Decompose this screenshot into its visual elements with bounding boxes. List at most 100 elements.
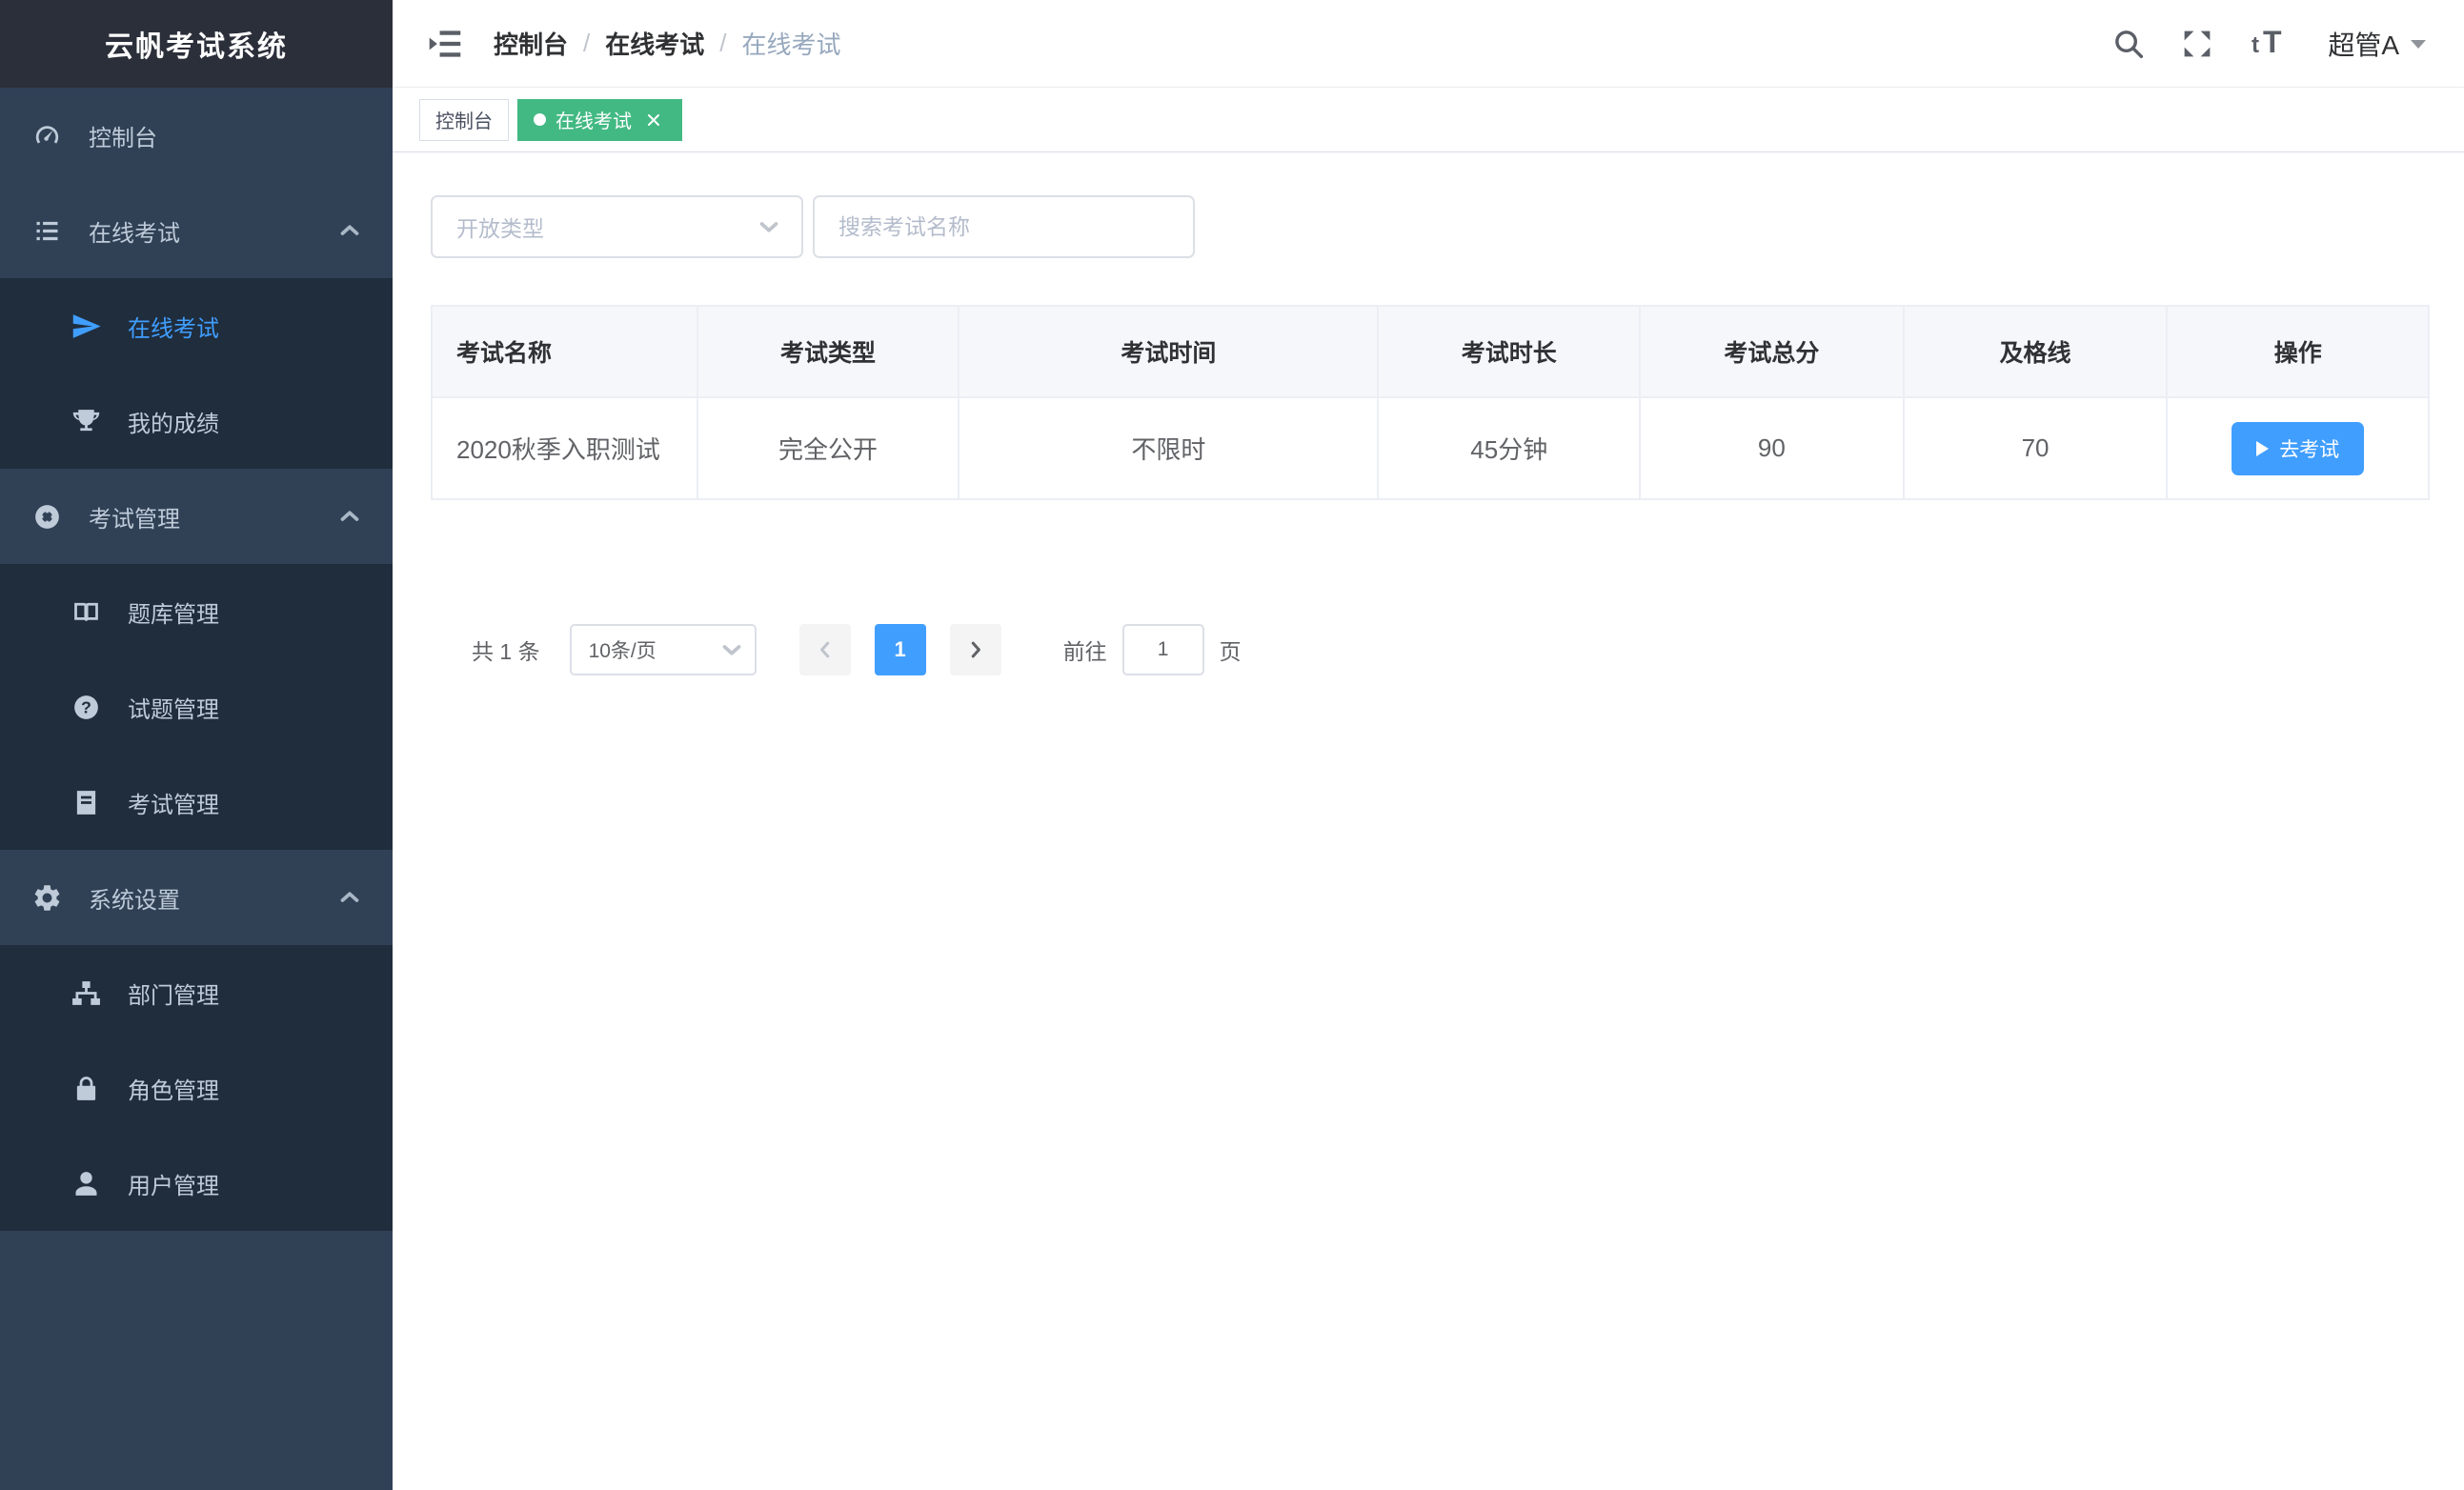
sidebar-group-label: 系统设置 xyxy=(89,881,180,915)
sidebar-item-question-bank[interactable]: 题库管理 xyxy=(0,564,393,659)
page-size-value: 10条/页 xyxy=(589,635,656,664)
goto-page-input[interactable] xyxy=(1122,624,1204,675)
open-type-select[interactable]: 开放类型 xyxy=(431,195,803,258)
go-to-exam-label: 去考试 xyxy=(2279,434,2339,463)
chevron-up-icon xyxy=(338,886,361,909)
chevron-up-icon xyxy=(338,219,361,242)
sidebar: 云帆考试系统 控制台 在线考试 在线考试 我的成绩 xyxy=(0,0,393,1490)
app-logo-title: 云帆考试系统 xyxy=(0,0,393,88)
lifebuoy-icon xyxy=(31,501,63,533)
fullscreen-icon[interactable] xyxy=(2181,28,2213,60)
tag-label: 控制台 xyxy=(435,106,493,133)
sidebar-item-label: 考试管理 xyxy=(128,786,219,819)
tag-online-exam[interactable]: 在线考试 xyxy=(517,99,682,141)
sidebar-item-department-management[interactable]: 部门管理 xyxy=(0,945,393,1040)
notebook-icon xyxy=(71,787,102,818)
submenu-exam-management: 题库管理 ? 试题管理 考试管理 xyxy=(0,564,393,850)
tags-view-bar: 控制台 在线考试 xyxy=(393,88,2464,152)
chevron-down-icon xyxy=(757,215,780,238)
cell-actions: 去考试 xyxy=(2167,397,2429,499)
breadcrumb-separator: / xyxy=(583,29,590,58)
sidebar-item-question-management[interactable]: ? 试题管理 xyxy=(0,659,393,755)
pagination: 共 1 条 10条/页 1 前往 页 xyxy=(431,624,2430,675)
table-row: 2020秋季入职测试 完全公开 不限时 45分钟 90 70 去考试 xyxy=(432,397,2429,499)
sidebar-item-user-management[interactable]: 用户管理 xyxy=(0,1136,393,1231)
sidebar-item-label: 控制台 xyxy=(89,119,157,152)
hamburger-icon[interactable] xyxy=(427,26,463,62)
navbar-right-tools: tT 超管A xyxy=(2112,25,2426,63)
column-header-exam-total: 考试总分 xyxy=(1640,306,1904,397)
column-header-exam-type: 考试类型 xyxy=(697,306,959,397)
sidebar-item-role-management[interactable]: 角色管理 xyxy=(0,1040,393,1136)
sidebar-item-label: 用户管理 xyxy=(128,1167,219,1200)
lock-icon xyxy=(71,1073,102,1104)
sidebar-group-label: 在线考试 xyxy=(89,214,180,248)
close-icon[interactable] xyxy=(641,108,666,132)
sidebar-group-exam-management[interactable]: 考试管理 xyxy=(0,469,393,564)
sidebar-item-label: 在线考试 xyxy=(128,310,219,343)
question-icon: ? xyxy=(71,692,102,723)
svg-text:T: T xyxy=(2263,26,2282,58)
column-header-exam-duration: 考试时长 xyxy=(1378,306,1640,397)
sidebar-item-exam-management[interactable]: 考试管理 xyxy=(0,755,393,850)
breadcrumb: 控制台 / 在线考试 / 在线考试 xyxy=(494,26,841,61)
filter-bar: 开放类型 xyxy=(431,195,2430,258)
breadcrumb-separator: / xyxy=(719,29,726,58)
top-navbar: 控制台 / 在线考试 / 在线考试 tT 超管A xyxy=(393,0,2464,88)
user-dropdown[interactable]: 超管A xyxy=(2328,25,2426,63)
exam-table: 考试名称 考试类型 考试时间 考试时长 考试总分 及格线 操作 2020秋季入职… xyxy=(431,305,2430,500)
sidebar-item-label: 试题管理 xyxy=(128,691,219,724)
cell-pass-line: 70 xyxy=(1904,397,2168,499)
user-icon xyxy=(71,1168,102,1199)
sidebar-item-my-scores[interactable]: 我的成绩 xyxy=(0,373,393,469)
search-icon[interactable] xyxy=(2112,28,2145,60)
sidebar-group-label: 考试管理 xyxy=(89,500,180,534)
chevron-down-icon xyxy=(720,638,743,661)
sidebar-item-dashboard[interactable]: 控制台 xyxy=(0,88,393,183)
sidebar-group-system-settings[interactable]: 系统设置 xyxy=(0,850,393,945)
page-content: 开放类型 考试名称 考试类型 考试时间 考试时长 考试总分 xyxy=(393,152,2464,1490)
sidebar-menu: 控制台 在线考试 在线考试 我的成绩 考试管理 xyxy=(0,88,393,1231)
sidebar-item-label: 我的成绩 xyxy=(128,405,219,438)
go-to-exam-button[interactable]: 去考试 xyxy=(2232,422,2364,475)
dashboard-icon xyxy=(31,120,63,151)
tag-dashboard[interactable]: 控制台 xyxy=(419,99,509,141)
sidebar-item-label: 题库管理 xyxy=(128,595,219,629)
book-icon xyxy=(71,596,102,628)
org-tree-icon xyxy=(71,977,102,1009)
sidebar-group-online-exam[interactable]: 在线考试 xyxy=(0,183,393,278)
breadcrumb-item-dashboard[interactable]: 控制台 xyxy=(494,26,568,61)
exam-name-search-input[interactable] xyxy=(813,195,1195,258)
page-number-1[interactable]: 1 xyxy=(875,624,926,675)
open-type-placeholder: 开放类型 xyxy=(456,211,544,243)
goto-label: 前往 xyxy=(1063,634,1107,666)
cell-exam-time: 不限时 xyxy=(959,397,1378,499)
play-icon xyxy=(2256,441,2269,456)
column-header-actions: 操作 xyxy=(2167,306,2429,397)
cell-exam-duration: 45分钟 xyxy=(1378,397,1640,499)
app-root: 云帆考试系统 控制台 在线考试 在线考试 我的成绩 xyxy=(0,0,2464,1490)
sidebar-item-online-exam[interactable]: 在线考试 xyxy=(0,278,393,373)
next-page-button[interactable] xyxy=(950,624,1001,675)
table-header-row: 考试名称 考试类型 考试时间 考试时长 考试总分 及格线 操作 xyxy=(432,306,2429,397)
tag-label: 在线考试 xyxy=(555,106,632,133)
svg-text:?: ? xyxy=(81,697,91,716)
svg-text:t: t xyxy=(2252,32,2259,58)
sidebar-item-label: 角色管理 xyxy=(128,1072,219,1105)
breadcrumb-item-online-exam[interactable]: 在线考试 xyxy=(605,26,704,61)
active-dot-icon xyxy=(534,113,546,126)
chevron-right-icon xyxy=(965,639,986,660)
font-size-icon[interactable]: tT xyxy=(2250,26,2292,62)
prev-page-button[interactable] xyxy=(799,624,851,675)
trophy-icon xyxy=(71,406,102,437)
breadcrumb-item-current: 在线考试 xyxy=(742,26,841,61)
column-header-exam-name: 考试名称 xyxy=(432,306,697,397)
column-header-exam-time: 考试时间 xyxy=(959,306,1378,397)
page-unit-label: 页 xyxy=(1220,634,1242,666)
username: 超管A xyxy=(2328,25,2399,63)
chevron-up-icon xyxy=(338,505,361,528)
column-header-pass-line: 及格线 xyxy=(1904,306,2168,397)
sidebar-item-label: 部门管理 xyxy=(128,977,219,1010)
page-size-select[interactable]: 10条/页 xyxy=(570,624,757,675)
cell-exam-type: 完全公开 xyxy=(697,397,959,499)
